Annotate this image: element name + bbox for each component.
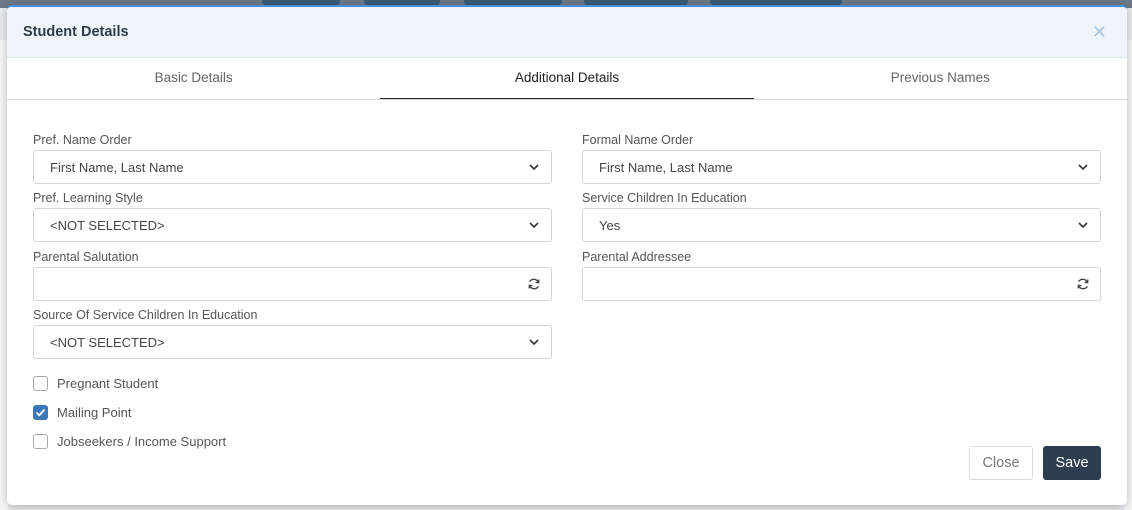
chevron-down-icon [529,222,539,229]
modal-header: Student Details ✕ [7,7,1127,58]
checkbox-label: Mailing Point [57,405,132,420]
field-label: Pref. Learning Style [33,191,143,205]
select-value: <NOT SELECTED> [50,217,165,233]
formal-name-order-field: Formal Name Order First Name, Last Name [582,132,1101,184]
checkbox-label: Jobseekers / Income Support [57,434,227,449]
tab-previous-names[interactable]: Previous Names [754,58,1127,99]
chevron-down-icon [1078,164,1088,171]
close-button[interactable]: Close [969,446,1033,480]
chevron-down-icon [1078,222,1088,229]
field-label: Pref. Name Order [33,133,132,147]
tab-basic-details[interactable]: Basic Details [7,58,380,99]
tab-additional-details[interactable]: Additional Details [380,58,754,99]
field-label: Parental Addressee [582,250,692,264]
tab-bar: Basic Details Additional Details Previou… [7,58,1127,100]
check-icon [35,408,46,417]
source-service-children-select[interactable]: <NOT SELECTED> [33,325,552,359]
select-value: First Name, Last Name [50,159,184,175]
field-label: Formal Name Order [582,133,694,147]
parental-salutation-input[interactable] [33,267,552,301]
save-button[interactable]: Save [1043,446,1101,480]
pref-name-order-field: Pref. Name Order First Name, Last Name [33,132,552,184]
parental-addressee-input[interactable] [582,267,1101,301]
parental-salutation-field: Parental Salutation [33,249,552,301]
jobseekers-income-support-checkbox[interactable]: Jobseekers / Income Support [33,427,226,456]
checkbox-box[interactable] [33,405,48,420]
modal-title: Student Details [23,24,129,40]
checkbox-group: Pregnant Student Mailing Point Jobseeker… [33,369,226,456]
service-children-select[interactable]: Yes [582,208,1101,242]
pref-learning-style-field: Pref. Learning Style <NOT SELECTED> [33,190,552,242]
formal-name-order-select[interactable]: First Name, Last Name [582,150,1101,184]
student-details-modal: Student Details ✕ Basic Details Addition… [7,5,1127,505]
pregnant-student-checkbox[interactable]: Pregnant Student [33,369,226,398]
parental-addressee-field: Parental Addressee [582,249,1101,301]
select-value: <NOT SELECTED> [50,334,165,350]
service-children-field: Service Children In Education Yes [582,190,1101,242]
mailing-point-checkbox[interactable]: Mailing Point [33,398,226,427]
checkbox-box[interactable] [33,376,48,391]
field-label: Service Children In Education [582,191,747,205]
checkbox-box[interactable] [33,434,48,449]
chevron-down-icon [529,164,539,171]
pref-name-order-select[interactable]: First Name, Last Name [33,150,552,184]
select-value: First Name, Last Name [599,159,733,175]
pref-learning-style-select[interactable]: <NOT SELECTED> [33,208,552,242]
select-value: Yes [599,217,621,233]
source-service-children-field: Source Of Service Children In Education … [33,307,552,359]
refresh-icon[interactable] [527,277,541,291]
chevron-down-icon [529,339,539,346]
field-label: Source Of Service Children In Education [33,308,258,322]
field-label: Parental Salutation [33,250,139,264]
close-icon[interactable]: ✕ [1088,19,1111,45]
checkbox-label: Pregnant Student [57,376,159,391]
refresh-icon[interactable] [1076,277,1090,291]
